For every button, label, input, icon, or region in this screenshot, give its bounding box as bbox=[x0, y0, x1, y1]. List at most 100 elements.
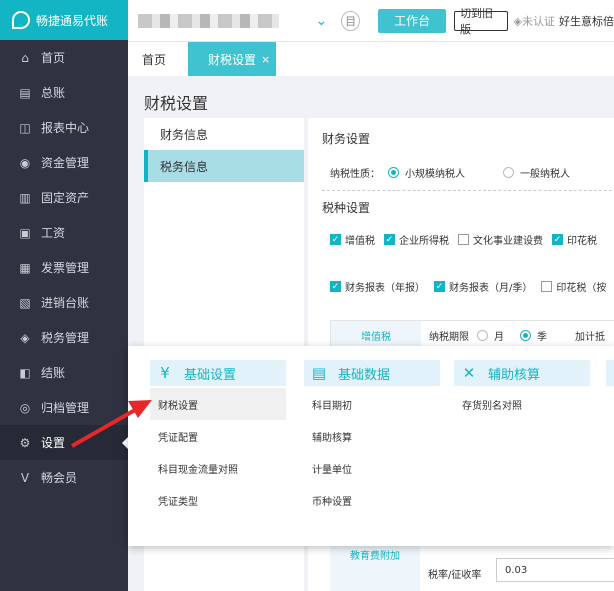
tab-label: 财税设置 bbox=[208, 52, 257, 67]
sidebar-item-0[interactable]: ⌂ 首页 bbox=[0, 40, 128, 75]
checkbox-label: 印花税 bbox=[567, 236, 597, 247]
gear-icon: ⚙ bbox=[19, 435, 31, 450]
radio-general[interactable] bbox=[503, 167, 514, 178]
asset-icon: ▥ bbox=[19, 190, 31, 205]
period-month: 月 bbox=[494, 331, 504, 343]
tab-bar: 首页 财税设置 × bbox=[128, 42, 614, 76]
nav-finance-info[interactable]: 财务信息 bbox=[144, 118, 304, 150]
taxpayer-option-small: 小规模纳税人 bbox=[405, 169, 465, 180]
extra-deduction-label: 加计抵 bbox=[575, 331, 605, 343]
yen-icon: ¥ bbox=[160, 364, 170, 382]
sidebar-item-10[interactable]: ◎ 归档管理 bbox=[0, 390, 128, 425]
auth-status[interactable]: ◈未认证 bbox=[514, 13, 555, 29]
tools-icon: ✕ bbox=[462, 364, 476, 382]
sidebar-item-6[interactable]: ▦ 发票管理 bbox=[0, 250, 128, 285]
tab-home[interactable]: 首页 bbox=[128, 42, 180, 76]
checkbox-icon: ✓ bbox=[330, 234, 341, 245]
edu-surcharge-cell bbox=[330, 566, 420, 591]
menu-column: ✕ 辅助核算存货别名对照 bbox=[454, 360, 590, 420]
taxpayer-option-general: 一般纳税人 bbox=[520, 169, 570, 180]
tab-label: 首页 bbox=[142, 52, 167, 67]
menu-column-header: ✕ 辅助核算 bbox=[454, 360, 590, 386]
tab-tax-settings[interactable]: 财税设置 × bbox=[188, 42, 277, 76]
sidebar-item-3[interactable]: ◉ 资金管理 bbox=[0, 145, 128, 180]
document-icon[interactable]: 目 bbox=[341, 10, 361, 31]
sidebar-item-11[interactable]: ⚙ 设置 bbox=[0, 425, 128, 460]
logo-icon bbox=[12, 11, 30, 29]
checkbox-label: 企业所得税 bbox=[399, 236, 449, 247]
account-selector[interactable] bbox=[138, 13, 280, 28]
menu-item[interactable]: 凭证配置 bbox=[150, 420, 286, 452]
tax-type-checkbox[interactable]: ✓ 企业所得税 bbox=[384, 232, 449, 247]
menu-item[interactable]: 科目期初 bbox=[304, 388, 440, 420]
radio-monthly[interactable] bbox=[477, 329, 488, 341]
sidebar-item-label: 报表中心 bbox=[41, 121, 90, 135]
menu-column-title: 基础设置 bbox=[184, 367, 237, 383]
nav-tax-info[interactable]: 税务信息 bbox=[144, 150, 304, 182]
sidebar-item-label: 进销台账 bbox=[41, 296, 90, 310]
sidebar-item-7[interactable]: ▧ 进销台账 bbox=[0, 285, 128, 320]
sidebar-item-label: 固定资产 bbox=[41, 191, 90, 205]
checkbox-label: 印花税（按 bbox=[556, 283, 607, 294]
sidebar-item-12[interactable]: V 畅会员 bbox=[0, 460, 128, 495]
menu-item[interactable]: 辅助核算 bbox=[304, 420, 440, 452]
sidebar-item-label: 总账 bbox=[41, 86, 66, 100]
sidebar-item-label: 资金管理 bbox=[41, 156, 90, 170]
coin-icon: ◉ bbox=[19, 155, 31, 170]
menu-item[interactable]: 凭证类型 bbox=[150, 484, 286, 516]
invoice-icon: ▦ bbox=[19, 260, 31, 275]
salary-icon: ▣ bbox=[19, 225, 31, 240]
finance-section-title: 财务设置 bbox=[322, 132, 371, 146]
menu-column-title: 基础数据 bbox=[338, 367, 391, 383]
checkbox-label: 财务报表（年报） bbox=[345, 283, 425, 294]
menu-item[interactable]: 财税设置 bbox=[150, 388, 286, 420]
divider bbox=[322, 190, 614, 191]
menu-item[interactable]: 存货别名对照 bbox=[454, 388, 590, 420]
checkbox-icon: ✓ bbox=[330, 281, 341, 292]
top-bar: ⌄ 目 工作台 切到旧版 ◈未认证 好生意标倍 bbox=[128, 0, 614, 42]
close-icon[interactable]: × bbox=[261, 53, 270, 66]
sidebar-item-8[interactable]: ◈ 税务管理 bbox=[0, 320, 128, 355]
menu-column: ▤ 基础数据科目期初 辅助核算 计量单位 币种设置 bbox=[304, 360, 440, 516]
menu-item[interactable]: 科目现金流量对照 bbox=[150, 452, 286, 484]
sidebar-item-5[interactable]: ▣ 工资 bbox=[0, 215, 128, 250]
tax-type-checkbox[interactable]: ✓ 印花税 bbox=[552, 232, 597, 247]
archive-icon: ◎ bbox=[19, 400, 31, 415]
menu-column: ¥ 基础设置财税设置 凭证配置 科目现金流量对照 凭证类型 bbox=[150, 360, 286, 516]
checkbox-label: 文化事业建设费 bbox=[473, 236, 543, 247]
page-title: 财税设置 bbox=[144, 94, 209, 113]
checkbox-label: 财务报表（月/季） bbox=[449, 283, 533, 294]
sidebar-item-4[interactable]: ▥ 固定资产 bbox=[0, 180, 128, 215]
sidebar-item-label: 发票管理 bbox=[41, 261, 90, 275]
sidebar-item-label: 归档管理 bbox=[41, 401, 90, 415]
menu-item[interactable]: 币种设置 bbox=[304, 484, 440, 516]
tax-type-checkbox[interactable]: ✓ 财务报表（年报） bbox=[330, 279, 425, 294]
logo[interactable]: 畅捷通易代账 bbox=[0, 0, 128, 40]
workbench-button[interactable]: 工作台 bbox=[378, 8, 447, 33]
sidebar-item-label: 结账 bbox=[41, 366, 66, 380]
switch-old-version-button[interactable]: 切到旧版 bbox=[454, 7, 508, 36]
tax-type-checkbox[interactable]: ✓ 增值税 bbox=[330, 232, 375, 247]
tax-type-checkbox[interactable]: ✓ 财务报表（月/季） bbox=[434, 279, 532, 294]
sidebar-item-1[interactable]: ▤ 总账 bbox=[0, 75, 128, 110]
checkbox-icon: ✓ bbox=[384, 234, 395, 245]
sidebar-item-2[interactable]: ◫ 报表中心 bbox=[0, 110, 128, 145]
menu-item[interactable]: 计量单位 bbox=[304, 452, 440, 484]
sidebar-item-label: 设置 bbox=[41, 436, 66, 450]
menu-column-header: ▤ 基础数据 bbox=[304, 360, 440, 386]
menu-column-header-clipped bbox=[606, 360, 614, 386]
tax-type-checkbox[interactable]: 印花税（按 bbox=[541, 279, 606, 294]
period-label: 纳税期限 bbox=[429, 331, 469, 343]
sidebar-item-9[interactable]: ◧ 结账 bbox=[0, 355, 128, 390]
radio-quarterly[interactable] bbox=[520, 329, 531, 341]
home-icon: ⌂ bbox=[21, 50, 29, 65]
radio-small-scale[interactable] bbox=[388, 167, 399, 178]
chevron-down-icon[interactable]: ⌄ bbox=[315, 13, 327, 29]
tax-type-checkbox[interactable]: 文化事业建设费 bbox=[458, 232, 543, 247]
sidebar-item-label: 工资 bbox=[41, 226, 66, 240]
tax-types-section-title: 税种设置 bbox=[322, 201, 371, 215]
checkbox-label: 增值税 bbox=[345, 236, 375, 247]
menu-column-title: 辅助核算 bbox=[488, 367, 541, 383]
card-icon: ▤ bbox=[311, 364, 327, 382]
rate-input[interactable]: 0.03 bbox=[496, 558, 614, 582]
